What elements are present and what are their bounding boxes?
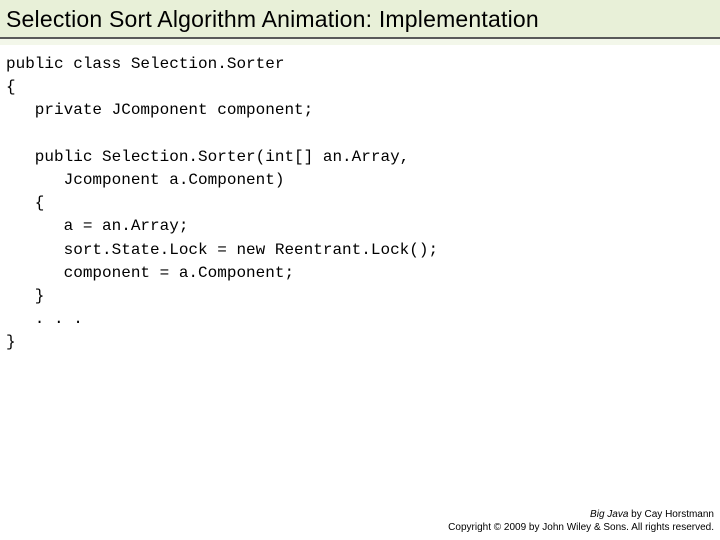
slide-title: Selection Sort Algorithm Animation: Impl…	[0, 6, 720, 37]
code-line: }	[6, 333, 16, 351]
slide: Selection Sort Algorithm Animation: Impl…	[0, 0, 720, 540]
book-title: Big Java	[590, 509, 628, 520]
code-line: a = an.Array;	[6, 217, 188, 235]
code-line: }	[6, 287, 44, 305]
footer-line-1: Big Java by Cay Horstmann	[448, 508, 714, 521]
footer-copyright: Copyright © 2009 by John Wiley & Sons. A…	[448, 521, 714, 534]
code-line: public class Selection.Sorter	[6, 55, 284, 73]
code-line: {	[6, 78, 16, 96]
author-byline: by Cay Horstmann	[628, 509, 714, 520]
code-block: public class Selection.Sorter { private …	[0, 45, 720, 354]
code-line: sort.State.Lock = new Reentrant.Lock();	[6, 241, 438, 259]
code-line: . . .	[6, 310, 83, 328]
code-line: component = a.Component;	[6, 264, 294, 282]
code-line: {	[6, 194, 44, 212]
title-band: Selection Sort Algorithm Animation: Impl…	[0, 0, 720, 39]
code-line: private JComponent component;	[6, 101, 313, 119]
footer: Big Java by Cay Horstmann Copyright © 20…	[448, 508, 714, 534]
code-line: public Selection.Sorter(int[] an.Array,	[6, 148, 409, 166]
code-line: Jcomponent a.Component)	[6, 171, 284, 189]
